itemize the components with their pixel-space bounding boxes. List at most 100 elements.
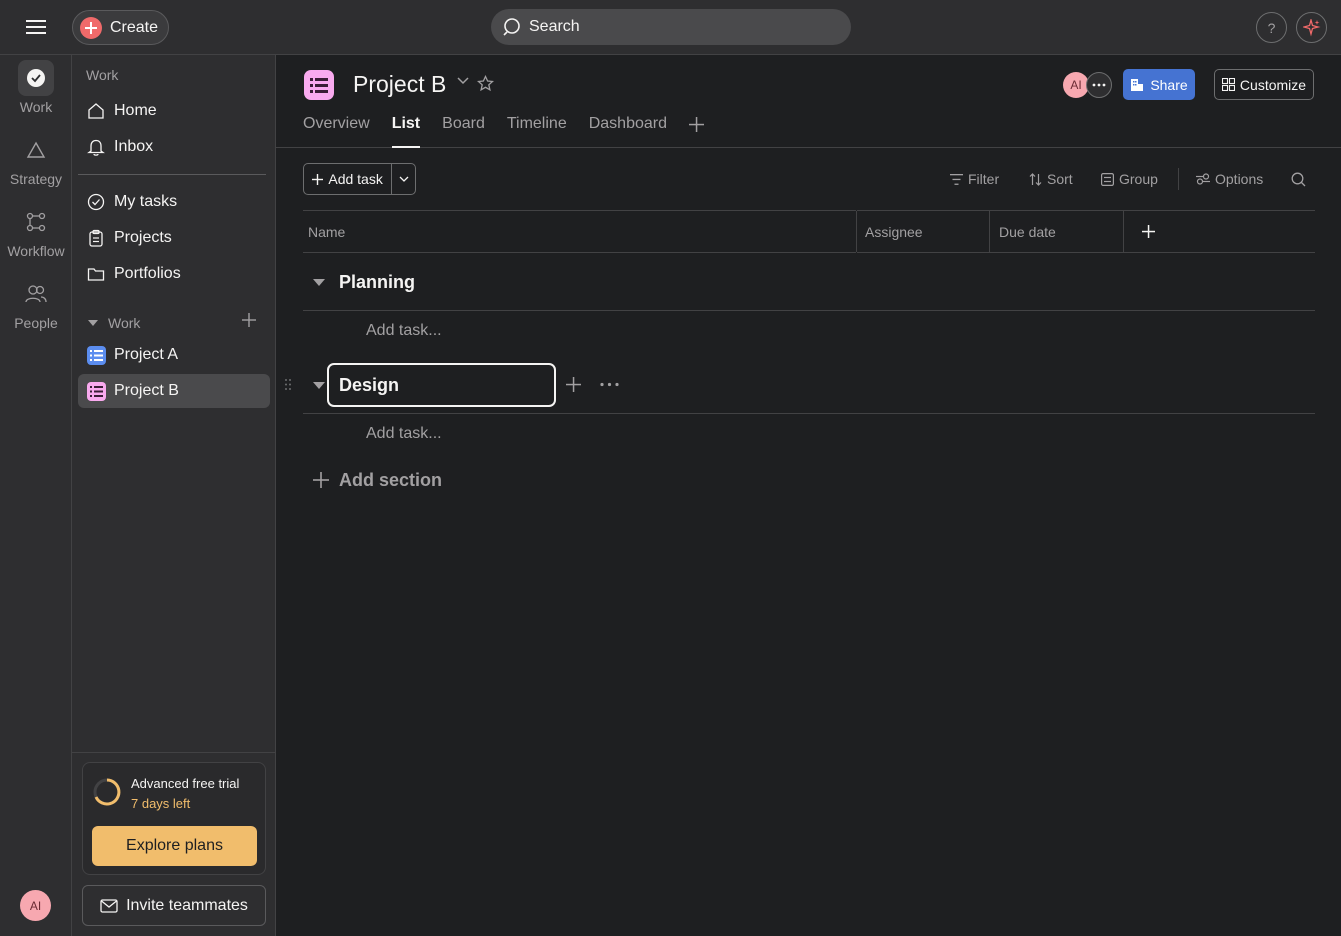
home-icon [86, 101, 106, 121]
customize-button[interactable]: Customize [1214, 69, 1314, 100]
filter-button[interactable]: Filter [950, 170, 999, 188]
sidebar-item-label: Inbox [114, 138, 154, 155]
group-button[interactable]: Group [1101, 170, 1158, 188]
plus-icon [1142, 225, 1155, 238]
more-icon[interactable] [599, 377, 620, 392]
section-divider [303, 310, 1315, 311]
help-icon: ? [1267, 19, 1276, 36]
caret-down-icon[interactable] [313, 279, 325, 286]
group-label: Group [1119, 171, 1158, 187]
avatar-initials: AI [1070, 78, 1082, 92]
search-icon [1291, 172, 1306, 186]
add-task-dropdown[interactable] [392, 164, 415, 194]
workflow-icon [18, 204, 54, 240]
options-button[interactable]: Options [1196, 170, 1263, 188]
sidebar-heading: Work [86, 67, 119, 83]
help-button[interactable]: ? [1256, 12, 1287, 43]
tab-overview[interactable]: Overview [303, 115, 370, 148]
section-divider [303, 413, 1315, 414]
add-task-inline[interactable]: Add task... [366, 322, 442, 340]
sidebar-divider [78, 174, 266, 175]
rail-item-workflow[interactable]: Workflow [0, 204, 72, 259]
column-header-due-date[interactable]: Due date [990, 210, 1124, 253]
avatar-initials: AI [29, 898, 42, 913]
search-tasks-button[interactable] [1291, 170, 1306, 188]
sidebar-item-label: Project A [114, 346, 179, 363]
add-tab-icon[interactable] [689, 117, 704, 148]
star-icon[interactable] [477, 75, 494, 92]
sidebar-item-label: Projects [114, 229, 172, 246]
add-task-label: Add task [328, 171, 383, 187]
hamburger-menu-icon[interactable] [22, 14, 50, 40]
chevron-down-icon[interactable] [457, 77, 469, 85]
sidebar-item-my-tasks[interactable]: My tasks [78, 185, 270, 219]
folder-icon [86, 264, 106, 284]
sidebar-work-section-toggle[interactable]: Work [88, 314, 268, 332]
tab-timeline[interactable]: Timeline [507, 115, 567, 148]
sidebar-item-label: Portfolios [114, 265, 181, 282]
sort-button[interactable]: Sort [1029, 170, 1073, 188]
section-title-design: Design [339, 374, 400, 395]
section-title-input[interactable]: Design [327, 363, 556, 407]
sidebar-item-label: Project B [114, 382, 179, 399]
global-nav-rail: Work Strategy Workflow People AI [0, 55, 72, 936]
section-title-planning[interactable]: Planning [339, 272, 415, 293]
add-project-icon[interactable] [242, 313, 258, 329]
add-section-label: Add section [339, 469, 443, 490]
list-project-icon [86, 381, 106, 401]
ai-sparkle-button[interactable] [1296, 12, 1327, 43]
create-button[interactable]: Create [72, 10, 169, 45]
trial-progress-ring-icon [93, 778, 121, 806]
add-task-inline[interactable]: Add task... [366, 425, 442, 443]
plus-icon [80, 16, 102, 39]
sidebar-divider [72, 752, 275, 753]
create-label: Create [110, 18, 159, 36]
add-task-button[interactable]: Add task [304, 164, 393, 194]
members-more-button[interactable] [1086, 72, 1112, 98]
bell-icon [86, 137, 106, 157]
caret-down-icon[interactable] [313, 382, 325, 389]
tab-board[interactable]: Board [442, 115, 485, 148]
trial-title: Advanced free trial [131, 776, 240, 791]
top-bar: Create Search ? [0, 0, 1341, 55]
mail-icon [100, 898, 118, 913]
add-column-button[interactable] [1124, 210, 1315, 253]
share-label: Share [1150, 76, 1188, 93]
share-button[interactable]: Share [1123, 69, 1195, 100]
rail-item-strategy[interactable]: Strategy [0, 132, 72, 187]
project-list-icon[interactable] [304, 70, 334, 100]
filter-label: Filter [968, 171, 1000, 187]
chevron-down-icon [399, 176, 409, 182]
more-icon [1092, 83, 1106, 87]
rail-label: Work [19, 99, 53, 115]
sidebar-item-portfolios[interactable]: Portfolios [78, 257, 270, 291]
drag-handle-icon[interactable] [284, 378, 292, 391]
avatar[interactable]: AI [20, 890, 51, 921]
options-icon [1196, 173, 1210, 185]
sidebar-item-project-b[interactable]: Project B [78, 374, 270, 408]
page-title[interactable]: Project B [353, 71, 446, 98]
sidebar-item-projects[interactable]: Projects [78, 221, 270, 255]
project-header: Project B AI Share Customize Overview Li… [276, 55, 1341, 148]
toolbar-divider [1178, 168, 1179, 190]
rail-label: People [14, 315, 58, 331]
sidebar-item-label: Home [114, 102, 157, 119]
sidebar-item-home[interactable]: Home [78, 94, 270, 128]
sidebar-item-project-a[interactable]: Project A [78, 338, 270, 372]
column-header-label: Name [308, 223, 346, 240]
rail-item-work[interactable]: Work [0, 60, 72, 115]
sidebar-item-inbox[interactable]: Inbox [78, 130, 270, 164]
column-header-name[interactable]: Name [303, 210, 856, 253]
rail-item-people[interactable]: People [0, 276, 72, 331]
search-input[interactable]: Search [491, 9, 851, 45]
add-section-button[interactable]: Add section [313, 468, 442, 492]
tab-dashboard[interactable]: Dashboard [589, 115, 667, 148]
column-header-label: Assignee [865, 223, 923, 240]
column-header-assignee[interactable]: Assignee [857, 210, 990, 253]
add-task-to-section-icon[interactable] [566, 377, 581, 392]
trial-card: Advanced free trial 7 days left Explore … [82, 762, 266, 875]
explore-plans-button[interactable]: Explore plans [92, 826, 257, 866]
tab-list[interactable]: List [391, 115, 421, 148]
invite-teammates-button[interactable]: Invite teammates [82, 885, 266, 926]
group-icon [1101, 172, 1114, 186]
